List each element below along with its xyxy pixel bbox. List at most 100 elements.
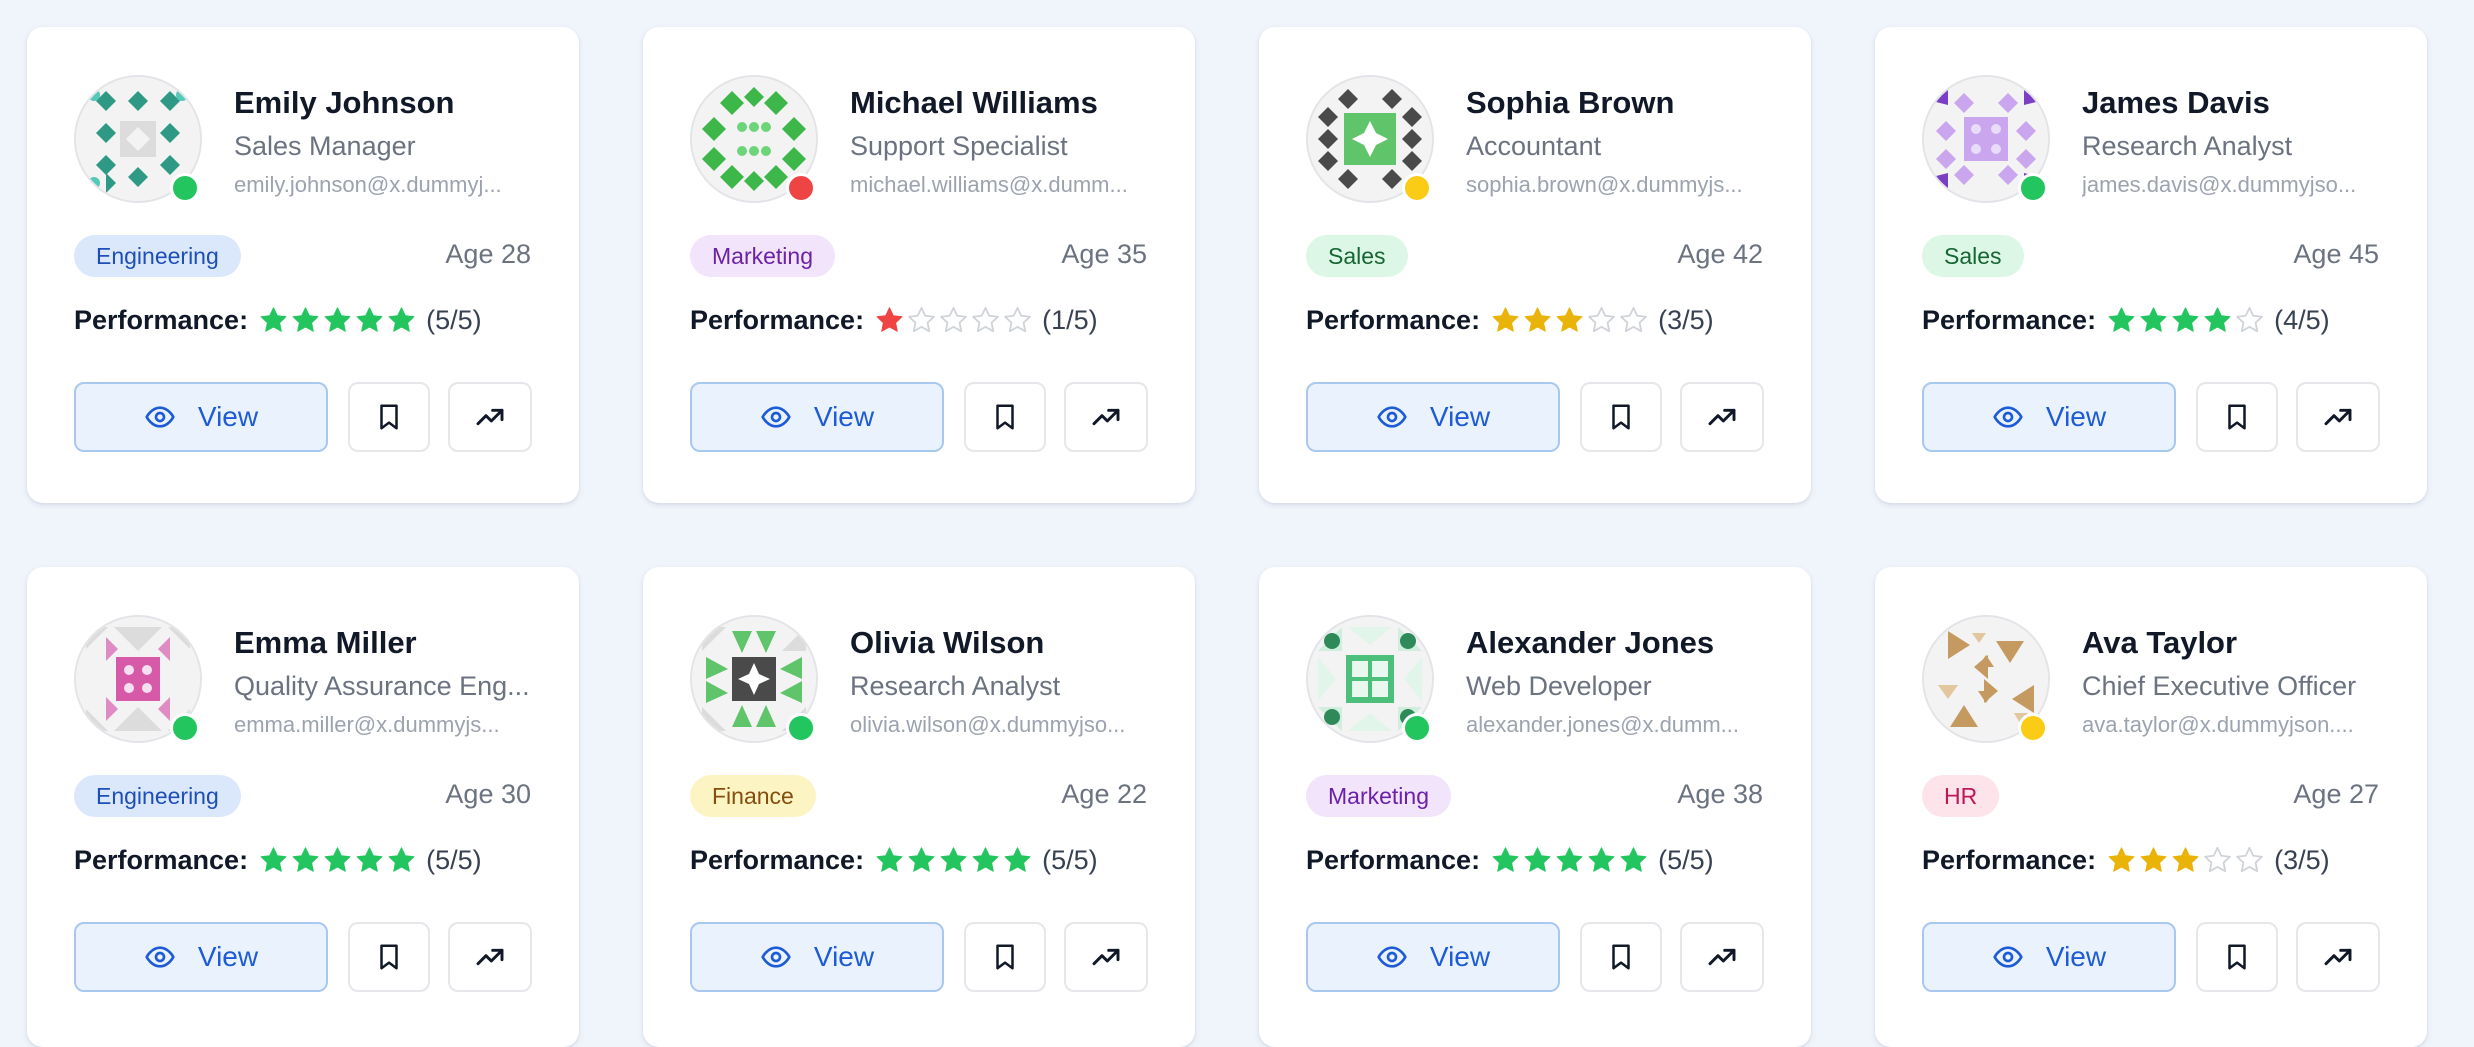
star-filled-icon — [2138, 305, 2170, 336]
trend-button[interactable] — [2296, 382, 2380, 452]
star-empty-icon — [1002, 305, 1034, 336]
star-filled-icon — [2170, 845, 2202, 876]
bookmark-icon — [374, 942, 404, 972]
bookmark-icon — [990, 402, 1020, 432]
bookmark-icon — [374, 402, 404, 432]
user-card: Olivia Wilson Research Analyst olivia.wi… — [643, 567, 1195, 1047]
performance-label: Performance: — [74, 845, 249, 875]
department-badge: Finance — [690, 775, 816, 817]
view-button-label: View — [1429, 401, 1491, 432]
rating-score: (1/5) — [1042, 305, 1098, 335]
view-button-label: View — [1429, 941, 1491, 972]
avatar — [1306, 75, 1434, 203]
bookmark-button[interactable] — [348, 922, 430, 992]
star-empty-icon — [970, 305, 1002, 336]
department-badge: Marketing — [690, 235, 835, 277]
bookmark-button[interactable] — [1580, 922, 1662, 992]
status-indicator — [786, 713, 816, 743]
rating-stars — [874, 305, 1034, 336]
user-age: Age 30 — [445, 779, 531, 809]
trending-up-icon — [1090, 941, 1122, 973]
star-filled-icon — [2106, 305, 2138, 336]
trend-button[interactable] — [1064, 922, 1148, 992]
eye-icon — [760, 941, 814, 973]
user-age: Age 22 — [1061, 779, 1147, 809]
view-button[interactable]: View — [74, 382, 328, 452]
rating-stars — [258, 305, 418, 336]
view-button[interactable]: View — [690, 382, 944, 452]
performance-rating: Performance: (5/5) — [1306, 845, 1714, 876]
star-filled-icon — [2202, 305, 2234, 336]
bookmark-icon — [1606, 942, 1636, 972]
view-button[interactable]: View — [1306, 382, 1560, 452]
user-title: Support Specialist — [850, 131, 1068, 161]
star-filled-icon — [322, 305, 354, 336]
eye-icon — [144, 941, 198, 973]
rating-stars — [874, 845, 1034, 876]
user-name: James Davis — [2082, 85, 2270, 120]
rating-stars — [1490, 845, 1650, 876]
department-badge: Engineering — [74, 775, 241, 817]
view-button-label: View — [197, 401, 259, 432]
department-badge: Sales — [1922, 235, 2024, 277]
trending-up-icon — [1090, 401, 1122, 433]
user-email: james.davis@x.dummyjso... — [2082, 172, 2357, 197]
bookmark-button[interactable] — [348, 382, 430, 452]
performance-rating: Performance: (4/5) — [1922, 305, 2330, 336]
star-filled-icon — [258, 845, 290, 876]
star-filled-icon — [938, 845, 970, 876]
trend-button[interactable] — [1680, 922, 1764, 992]
star-filled-icon — [1554, 305, 1586, 336]
avatar — [690, 75, 818, 203]
view-button[interactable]: View — [1922, 382, 2176, 452]
star-filled-icon — [2138, 845, 2170, 876]
user-email: michael.williams@x.dumm... — [850, 172, 1128, 197]
star-filled-icon — [1490, 845, 1522, 876]
department-badge: Engineering — [74, 235, 241, 277]
rating-stars — [2106, 305, 2266, 336]
trend-button[interactable] — [2296, 922, 2380, 992]
view-button-label: View — [2045, 401, 2107, 432]
trend-button[interactable] — [1680, 382, 1764, 452]
eye-icon — [1992, 941, 2046, 973]
bookmark-button[interactable] — [964, 382, 1046, 452]
view-button[interactable]: View — [690, 922, 944, 992]
rating-score: (5/5) — [1658, 845, 1714, 875]
user-card: Emma Miller Quality Assurance Eng... emm… — [27, 567, 579, 1047]
user-email: emma.miller@x.dummyjs... — [234, 712, 500, 737]
performance-rating: Performance: (1/5) — [690, 305, 1098, 336]
department-badge: Sales — [1306, 235, 1408, 277]
star-filled-icon — [970, 845, 1002, 876]
star-filled-icon — [2106, 845, 2138, 876]
avatar — [74, 75, 202, 203]
view-button[interactable]: View — [74, 922, 328, 992]
performance-label: Performance: — [1922, 305, 2097, 335]
user-name: Alexander Jones — [1466, 625, 1715, 660]
rating-score: (5/5) — [1042, 845, 1098, 875]
star-filled-icon — [1002, 845, 1034, 876]
avatar — [74, 615, 202, 743]
view-button-label: View — [813, 401, 875, 432]
star-filled-icon — [906, 845, 938, 876]
performance-label: Performance: — [1922, 845, 2097, 875]
user-name: Ava Taylor — [2082, 625, 2238, 660]
trending-up-icon — [2322, 941, 2354, 973]
trend-button[interactable] — [448, 382, 532, 452]
avatar — [1922, 75, 2050, 203]
trend-button[interactable] — [1064, 382, 1148, 452]
trend-button[interactable] — [448, 922, 532, 992]
view-button[interactable]: View — [1306, 922, 1560, 992]
bookmark-button[interactable] — [2196, 382, 2278, 452]
performance-rating: Performance: (5/5) — [690, 845, 1098, 876]
bookmark-button[interactable] — [964, 922, 1046, 992]
bookmark-button[interactable] — [1580, 382, 1662, 452]
rating-stars — [1490, 305, 1650, 336]
bookmark-icon — [2222, 942, 2252, 972]
star-empty-icon — [1586, 305, 1618, 336]
status-indicator — [170, 713, 200, 743]
star-filled-icon — [1522, 845, 1554, 876]
user-name: Emily Johnson — [234, 85, 455, 120]
bookmark-button[interactable] — [2196, 922, 2278, 992]
eye-icon — [1376, 401, 1430, 433]
view-button[interactable]: View — [1922, 922, 2176, 992]
